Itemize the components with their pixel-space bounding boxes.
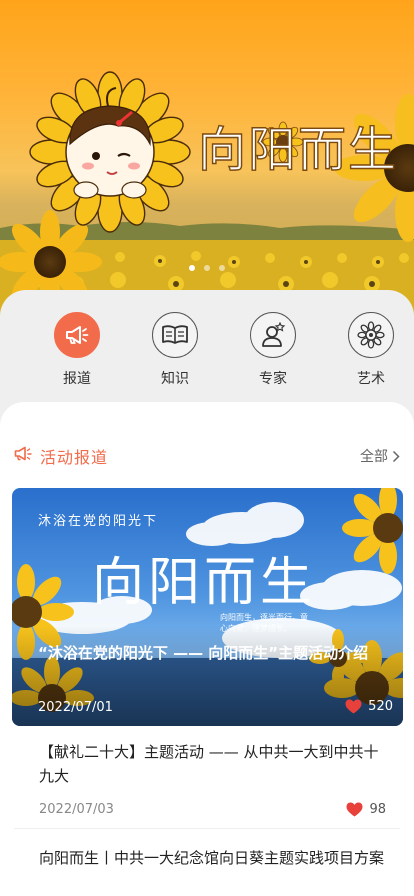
hero-banner[interactable]: 向阳而生	[0, 0, 414, 330]
section-header: 活动报道 全部	[14, 441, 400, 471]
expert-icon	[250, 312, 296, 358]
category-label: 专家	[259, 371, 287, 387]
section-title: 活动报道	[40, 448, 109, 467]
like-count: 98	[369, 802, 386, 817]
category-item-art[interactable]: 艺术	[328, 312, 414, 388]
chevron-right-icon	[392, 450, 400, 462]
carousel-dot[interactable]	[189, 265, 195, 271]
feature-banner-subtitle: 沐浴在党的阳光下	[38, 514, 159, 529]
article-item[interactable]: 向阳而生丨中共一大纪念馆向日葵主题实践项目方案	[14, 846, 400, 870]
category-nav: 报道 知识 专家 艺术	[0, 312, 414, 388]
view-all-label: 全部	[360, 449, 388, 465]
carousel-indicator	[0, 265, 414, 271]
article-title: 向阳而生丨中共一大纪念馆向日葵主题实践项目方案	[39, 849, 385, 867]
feature-date: 2022/07/01	[38, 700, 113, 715]
category-item-knowledge[interactable]: 知识	[132, 312, 218, 388]
article-meta: 2022/07/03 98	[14, 802, 400, 817]
carousel-dot[interactable]	[204, 265, 210, 271]
feature-caption: “沐浴在党的阳光下 —— 向阳而生”主题活动介绍	[38, 644, 369, 662]
megaphone-icon	[54, 312, 100, 358]
book-icon	[152, 312, 198, 358]
category-label: 报道	[63, 371, 91, 387]
hero-title: 向阳而生	[197, 121, 399, 178]
megaphone-icon	[14, 446, 32, 466]
divider	[14, 828, 400, 829]
like-count: 520	[368, 699, 393, 714]
article-date: 2022/07/03	[39, 802, 114, 817]
featured-article-card[interactable]: 沐浴在党的阳光下 向阳而生 向阳而生，逐光而行。童心向党，逐梦成长。 “沐浴在党…	[12, 488, 403, 726]
like-button[interactable]: 98	[346, 802, 386, 817]
category-label: 艺术	[357, 371, 385, 387]
like-button[interactable]: 520	[345, 699, 393, 714]
category-label: 知识	[161, 371, 189, 387]
heart-icon	[345, 699, 362, 714]
category-item-expert[interactable]: 专家	[230, 312, 316, 388]
feature-banner-title: 向阳而生	[92, 553, 317, 613]
article-item[interactable]: 【献礼二十大】主题活动 —— 从中共一大到中共十九大 2022/07/03 98	[14, 740, 400, 817]
article-title: 【献礼二十大】主题活动 —— 从中共一大到中共十九大	[39, 743, 379, 785]
view-all-link[interactable]: 全部	[360, 446, 400, 466]
carousel-dot[interactable]	[219, 265, 225, 271]
category-item-report[interactable]: 报道	[34, 312, 120, 388]
sunflower-icon	[348, 312, 394, 358]
heart-icon	[346, 802, 363, 817]
